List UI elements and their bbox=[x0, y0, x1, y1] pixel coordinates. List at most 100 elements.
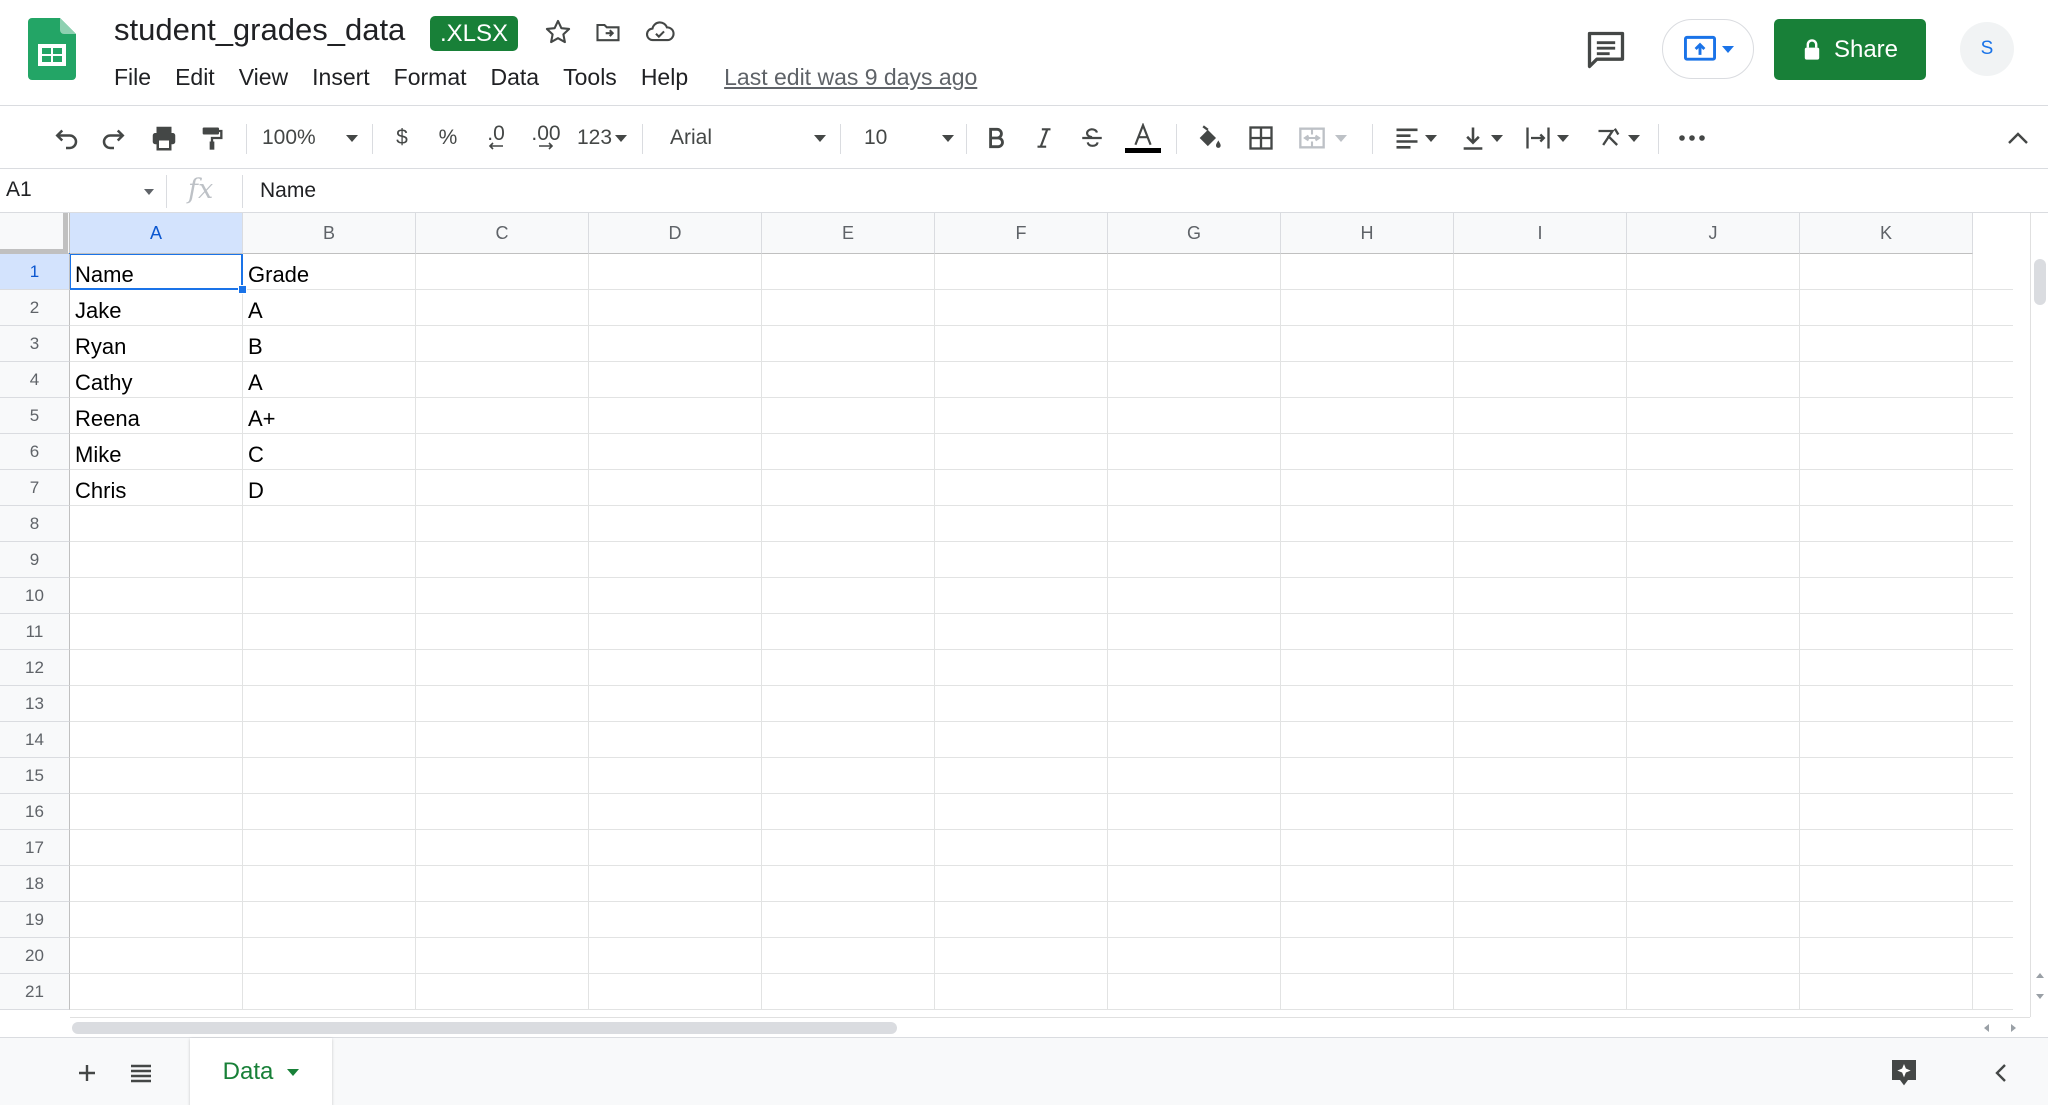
cell-a3[interactable]: Ryan bbox=[70, 326, 243, 362]
account-avatar[interactable]: S bbox=[1960, 22, 2014, 76]
move-folder-icon[interactable] bbox=[590, 14, 626, 50]
side-panel-toggle-button[interactable] bbox=[1984, 1056, 2018, 1090]
menu-tools[interactable]: Tools bbox=[551, 62, 629, 92]
vertical-scroll-thumb[interactable] bbox=[2034, 259, 2046, 305]
cell-b6[interactable]: C bbox=[243, 434, 416, 470]
zoom-select[interactable]: 100% bbox=[262, 119, 358, 157]
row-header-4[interactable]: 4 bbox=[0, 362, 70, 398]
cloud-saved-icon[interactable] bbox=[642, 14, 678, 50]
column-header-a[interactable]: A bbox=[70, 213, 243, 254]
row-header-3[interactable]: 3 bbox=[0, 326, 70, 362]
chevron-down-icon[interactable] bbox=[144, 189, 154, 195]
borders-icon[interactable] bbox=[1242, 119, 1280, 157]
row-header-10[interactable]: 10 bbox=[0, 578, 70, 614]
merge-cells-button[interactable] bbox=[1292, 119, 1352, 157]
scroll-up-icon[interactable] bbox=[2035, 971, 2045, 979]
cell-a7[interactable]: Chris bbox=[70, 470, 243, 506]
document-title[interactable]: student_grades_data bbox=[114, 12, 405, 48]
text-color-button[interactable] bbox=[1122, 119, 1164, 157]
select-all-corner[interactable] bbox=[0, 213, 70, 254]
scroll-down-icon[interactable] bbox=[2035, 993, 2045, 1001]
cell-a6[interactable]: Mike bbox=[70, 434, 243, 470]
text-wrapping-button[interactable] bbox=[1518, 119, 1574, 157]
menu-help[interactable]: Help bbox=[629, 62, 700, 92]
row-header-21[interactable]: 21 bbox=[0, 974, 70, 1010]
font-size-select[interactable]: 10 bbox=[864, 119, 954, 157]
comment-history-button[interactable] bbox=[1584, 28, 1628, 72]
row-header-2[interactable]: 2 bbox=[0, 290, 70, 326]
sheet-tab-data[interactable]: Data bbox=[190, 1038, 332, 1105]
bold-icon[interactable] bbox=[978, 119, 1014, 157]
menu-file[interactable]: File bbox=[114, 62, 163, 92]
row-header-6[interactable]: 6 bbox=[0, 434, 70, 470]
row-header-11[interactable]: 11 bbox=[0, 614, 70, 650]
horizontal-align-button[interactable] bbox=[1388, 119, 1442, 157]
star-icon[interactable] bbox=[540, 14, 576, 50]
vertical-scrollbar[interactable] bbox=[2030, 213, 2048, 1017]
all-sheets-button[interactable] bbox=[124, 1056, 158, 1090]
format-percent-button[interactable]: % bbox=[432, 119, 464, 157]
fill-color-icon[interactable] bbox=[1190, 119, 1228, 157]
collapse-toolbar-icon[interactable] bbox=[1998, 119, 2038, 157]
row-header-1[interactable]: 1 bbox=[0, 254, 70, 290]
strikethrough-icon[interactable] bbox=[1074, 119, 1110, 157]
menu-data[interactable]: Data bbox=[479, 62, 552, 92]
menu-insert[interactable]: Insert bbox=[300, 62, 382, 92]
column-header-d[interactable]: D bbox=[589, 213, 762, 254]
horizontal-scrollbar[interactable] bbox=[70, 1017, 2030, 1037]
row-header-7[interactable]: 7 bbox=[0, 470, 70, 506]
row-header-18[interactable]: 18 bbox=[0, 866, 70, 902]
cell-b3[interactable]: B bbox=[243, 326, 416, 362]
sheets-logo-icon[interactable] bbox=[28, 18, 76, 80]
row-header-14[interactable]: 14 bbox=[0, 722, 70, 758]
row-header-12[interactable]: 12 bbox=[0, 650, 70, 686]
column-header-k[interactable]: K bbox=[1800, 213, 1973, 254]
column-header-i[interactable]: I bbox=[1454, 213, 1627, 254]
name-box[interactable]: A1 bbox=[6, 178, 32, 202]
undo-icon[interactable] bbox=[46, 119, 86, 157]
decrease-decimal-button[interactable]: .0 bbox=[476, 119, 516, 157]
column-header-j[interactable]: J bbox=[1627, 213, 1800, 254]
row-header-5[interactable]: 5 bbox=[0, 398, 70, 434]
cell-b2[interactable]: A bbox=[243, 290, 416, 326]
chevron-down-icon[interactable] bbox=[287, 1068, 300, 1076]
paint-format-icon[interactable] bbox=[192, 119, 232, 157]
row-header-8[interactable]: 8 bbox=[0, 506, 70, 542]
scroll-right-icon[interactable] bbox=[2010, 1023, 2018, 1033]
italic-icon[interactable] bbox=[1026, 119, 1062, 157]
row-header-13[interactable]: 13 bbox=[0, 686, 70, 722]
column-header-h[interactable]: H bbox=[1281, 213, 1454, 254]
font-family-select[interactable]: Arial bbox=[670, 119, 826, 157]
cell-b7[interactable]: D bbox=[243, 470, 416, 506]
freeze-column-handle[interactable] bbox=[63, 213, 68, 254]
cell-b5[interactable]: A+ bbox=[243, 398, 416, 434]
fill-handle[interactable] bbox=[238, 285, 247, 294]
vertical-align-button[interactable] bbox=[1454, 119, 1508, 157]
menu-format[interactable]: Format bbox=[382, 62, 479, 92]
add-sheet-button[interactable] bbox=[70, 1056, 104, 1090]
text-rotation-button[interactable] bbox=[1588, 119, 1646, 157]
last-edit-link[interactable]: Last edit was 9 days ago bbox=[724, 62, 977, 92]
formula-input[interactable]: Name bbox=[260, 179, 316, 203]
row-header-17[interactable]: 17 bbox=[0, 830, 70, 866]
column-header-f[interactable]: F bbox=[935, 213, 1108, 254]
present-button[interactable] bbox=[1662, 19, 1754, 79]
format-currency-button[interactable]: $ bbox=[386, 119, 418, 157]
cell-b4[interactable]: A bbox=[243, 362, 416, 398]
redo-icon[interactable] bbox=[94, 119, 134, 157]
cell-b1[interactable]: Grade bbox=[243, 254, 416, 290]
more-formats-button[interactable]: 123 bbox=[574, 119, 630, 157]
column-header-e[interactable]: E bbox=[762, 213, 935, 254]
row-header-9[interactable]: 9 bbox=[0, 542, 70, 578]
horizontal-scroll-thumb[interactable] bbox=[72, 1022, 897, 1034]
row-header-20[interactable]: 20 bbox=[0, 938, 70, 974]
scroll-left-icon[interactable] bbox=[1982, 1023, 1990, 1033]
cell-a5[interactable]: Reena bbox=[70, 398, 243, 434]
menu-edit[interactable]: Edit bbox=[163, 62, 227, 92]
column-header-g[interactable]: G bbox=[1108, 213, 1281, 254]
column-header-b[interactable]: B bbox=[243, 213, 416, 254]
explore-button[interactable] bbox=[1884, 1052, 1924, 1092]
row-header-19[interactable]: 19 bbox=[0, 902, 70, 938]
cell-a4[interactable]: Cathy bbox=[70, 362, 243, 398]
row-header-15[interactable]: 15 bbox=[0, 758, 70, 794]
